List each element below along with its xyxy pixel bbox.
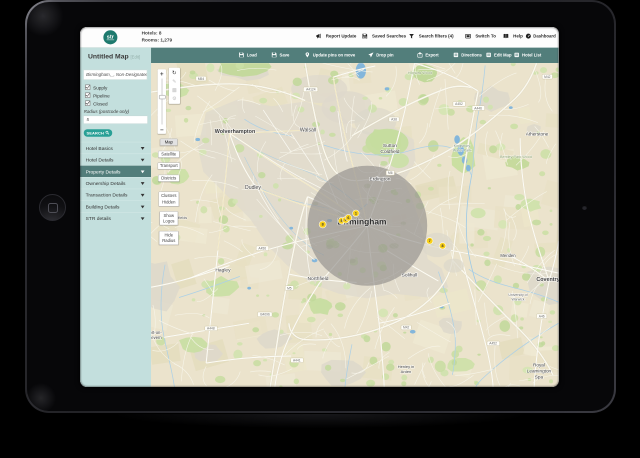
svg-text:University of: University of bbox=[508, 293, 527, 297]
svg-text:Royal: Royal bbox=[533, 362, 545, 367]
svg-text:Spa: Spa bbox=[535, 374, 544, 379]
svg-text:A441: A441 bbox=[293, 358, 301, 362]
svg-text:B4096: B4096 bbox=[260, 312, 270, 316]
svg-text:Northfield: Northfield bbox=[308, 275, 329, 281]
svg-text:Dudley: Dudley bbox=[245, 184, 261, 190]
svg-text:Coldfield: Coldfield bbox=[380, 149, 399, 155]
svg-text:M42: M42 bbox=[403, 325, 410, 329]
svg-text:Leamington: Leamington bbox=[527, 368, 552, 373]
svg-text:Severn: Severn bbox=[151, 335, 162, 340]
svg-text:M42: M42 bbox=[544, 74, 551, 78]
svg-text:Arden: Arden bbox=[401, 369, 412, 374]
svg-text:A38: A38 bbox=[391, 117, 397, 121]
svg-text:A46: A46 bbox=[539, 314, 545, 318]
svg-text:Coventry: Coventry bbox=[536, 276, 558, 282]
svg-text:Sutton: Sutton bbox=[383, 143, 397, 149]
svg-text:A452: A452 bbox=[455, 102, 463, 106]
svg-text:7: 7 bbox=[429, 239, 431, 243]
svg-text:Hagley: Hagley bbox=[215, 267, 231, 273]
svg-text:1: 1 bbox=[355, 211, 357, 215]
svg-text:Hopwas Wood: Hopwas Wood bbox=[408, 70, 432, 74]
svg-text:Kingsbury: Kingsbury bbox=[454, 144, 471, 148]
svg-text:Warwick: Warwick bbox=[511, 297, 524, 301]
svg-text:A456: A456 bbox=[258, 246, 266, 250]
svg-text:A4124: A4124 bbox=[306, 87, 316, 91]
svg-text:Bentley Park Wood: Bentley Park Wood bbox=[500, 154, 532, 158]
svg-text:A452: A452 bbox=[489, 341, 497, 345]
svg-text:A448: A448 bbox=[207, 326, 215, 330]
svg-text:Erdington: Erdington bbox=[370, 176, 391, 182]
svg-text:Atherstone: Atherstone bbox=[526, 131, 549, 136]
svg-text:Stourport-on-: Stourport-on- bbox=[151, 330, 162, 335]
svg-text:Meriden: Meriden bbox=[500, 252, 516, 257]
svg-text:Solihull: Solihull bbox=[402, 272, 418, 278]
svg-text:Henley in: Henley in bbox=[398, 364, 415, 369]
svg-text:8: 8 bbox=[442, 244, 444, 248]
svg-text:Walsall: Walsall bbox=[300, 127, 316, 133]
svg-text:M5: M5 bbox=[287, 286, 292, 290]
svg-text:M54: M54 bbox=[198, 76, 205, 80]
svg-text:Wolverhampton: Wolverhampton bbox=[215, 128, 255, 134]
svg-text:Water Park: Water Park bbox=[453, 148, 472, 152]
svg-text:6: 6 bbox=[347, 216, 349, 220]
svg-text:A446: A446 bbox=[474, 106, 482, 110]
svg-text:M6: M6 bbox=[388, 170, 393, 174]
svg-text:8: 8 bbox=[322, 222, 324, 226]
